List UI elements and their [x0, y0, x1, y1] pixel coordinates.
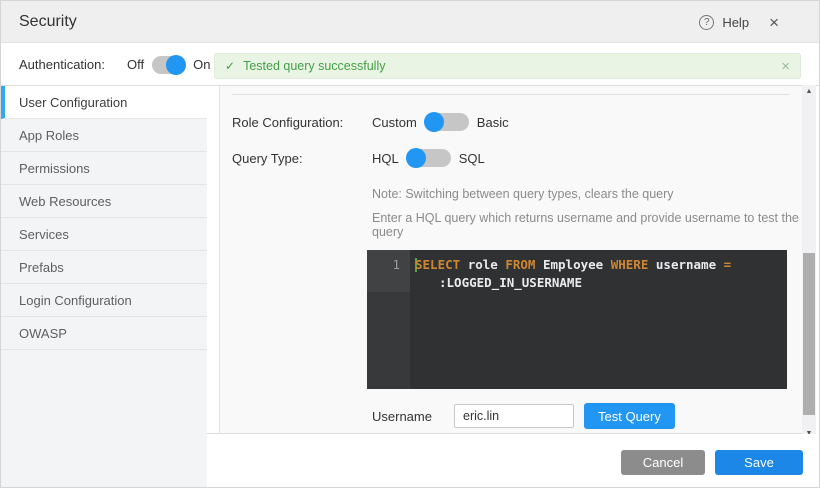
role-configuration-toggle[interactable] [425, 113, 469, 131]
cancel-button[interactable]: Cancel [621, 450, 705, 475]
sidebar-item-owasp[interactable]: OWASP [1, 317, 207, 350]
toggle-knob [166, 55, 186, 75]
line-number: 1 [367, 256, 400, 274]
main-viewport: Role Configuration: Custom Basic Query T… [207, 86, 802, 434]
banner-close-icon[interactable]: × [781, 59, 790, 74]
footer-bar: Cancel Save [207, 434, 819, 487]
scroll-up-icon[interactable]: ▲ [802, 85, 816, 97]
sql-option-label[interactable]: SQL [459, 151, 485, 166]
sidebar-item-permissions[interactable]: Permissions [1, 152, 207, 185]
toggle-knob [424, 112, 444, 132]
role-configuration-row: Role Configuration: Custom Basic [220, 109, 802, 135]
save-button[interactable]: Save [715, 450, 803, 475]
section-divider-top [232, 94, 790, 95]
sidebar-item-user-configuration[interactable]: User Configuration [1, 86, 207, 119]
test-query-button[interactable]: Test Query [584, 403, 675, 429]
sidebar-item-app-roles[interactable]: App Roles [1, 119, 207, 152]
help-link[interactable]: Help [722, 15, 749, 30]
authentication-toggle[interactable] [152, 56, 185, 74]
query-code-editor[interactable]: 1 SELECT role FROM Employee WHERE userna… [367, 250, 787, 389]
scrollbar-thumb[interactable] [803, 253, 815, 415]
sidebar-item-prefabs[interactable]: Prefabs [1, 251, 207, 284]
success-banner: ✓ Tested query successfully × [214, 53, 801, 79]
sidebar-item-web-resources[interactable]: Web Resources [1, 185, 207, 218]
query-code[interactable]: SELECT role FROM Employee WHERE username… [410, 256, 787, 292]
security-dialog: Security ? Help × Authentication: Off On… [0, 0, 820, 488]
user-configuration-panel: Role Configuration: Custom Basic Query T… [219, 86, 802, 433]
role-configuration-toggle-group: Custom Basic [372, 113, 509, 131]
sidebar-item-services[interactable]: Services [1, 218, 207, 251]
footer-buttons: Cancel Save [621, 450, 803, 475]
sidebar-item-login-configuration[interactable]: Login Configuration [1, 284, 207, 317]
title-bar: Security ? Help × [1, 1, 820, 43]
sidebar: User ConfigurationApp RolesPermissionsWe… [1, 86, 207, 487]
code-line: :LOGGED_IN_USERNAME [415, 274, 787, 292]
authentication-off-label[interactable]: Off [127, 57, 144, 72]
page-title: Security [19, 13, 77, 31]
query-type-toggle[interactable] [407, 149, 451, 167]
custom-option-label[interactable]: Custom [372, 115, 417, 130]
success-banner-text: Tested query successfully [243, 59, 385, 73]
title-bar-actions: ? Help × [699, 1, 779, 43]
username-input[interactable] [454, 404, 574, 428]
hql-option-label[interactable]: HQL [372, 151, 399, 166]
help-icon[interactable]: ? [699, 15, 714, 30]
close-icon[interactable]: × [769, 14, 779, 31]
role-configuration-label: Role Configuration: [232, 115, 372, 130]
basic-option-label[interactable]: Basic [477, 115, 509, 130]
authentication-toggle-group: Authentication: Off On [19, 43, 210, 86]
query-type-toggle-group: HQL SQL [372, 149, 485, 167]
username-row: Username Test Query [372, 403, 802, 429]
check-icon: ✓ [225, 59, 235, 73]
code-line: SELECT role FROM Employee WHERE username… [415, 256, 787, 274]
toggle-knob [406, 148, 426, 168]
vertical-scrollbar[interactable]: ▲ ▼ [802, 85, 816, 439]
query-type-row: Query Type: HQL SQL [220, 145, 802, 171]
authentication-label: Authentication: [19, 57, 105, 72]
username-label: Username [372, 409, 454, 424]
query-type-label: Query Type: [232, 151, 372, 166]
query-instruction: Enter a HQL query which returns username… [372, 211, 802, 239]
query-type-note: Note: Switching between query types, cle… [372, 187, 802, 201]
sub-header: Authentication: Off On ✓ Tested query su… [1, 43, 820, 86]
authentication-on-label[interactable]: On [193, 57, 210, 72]
